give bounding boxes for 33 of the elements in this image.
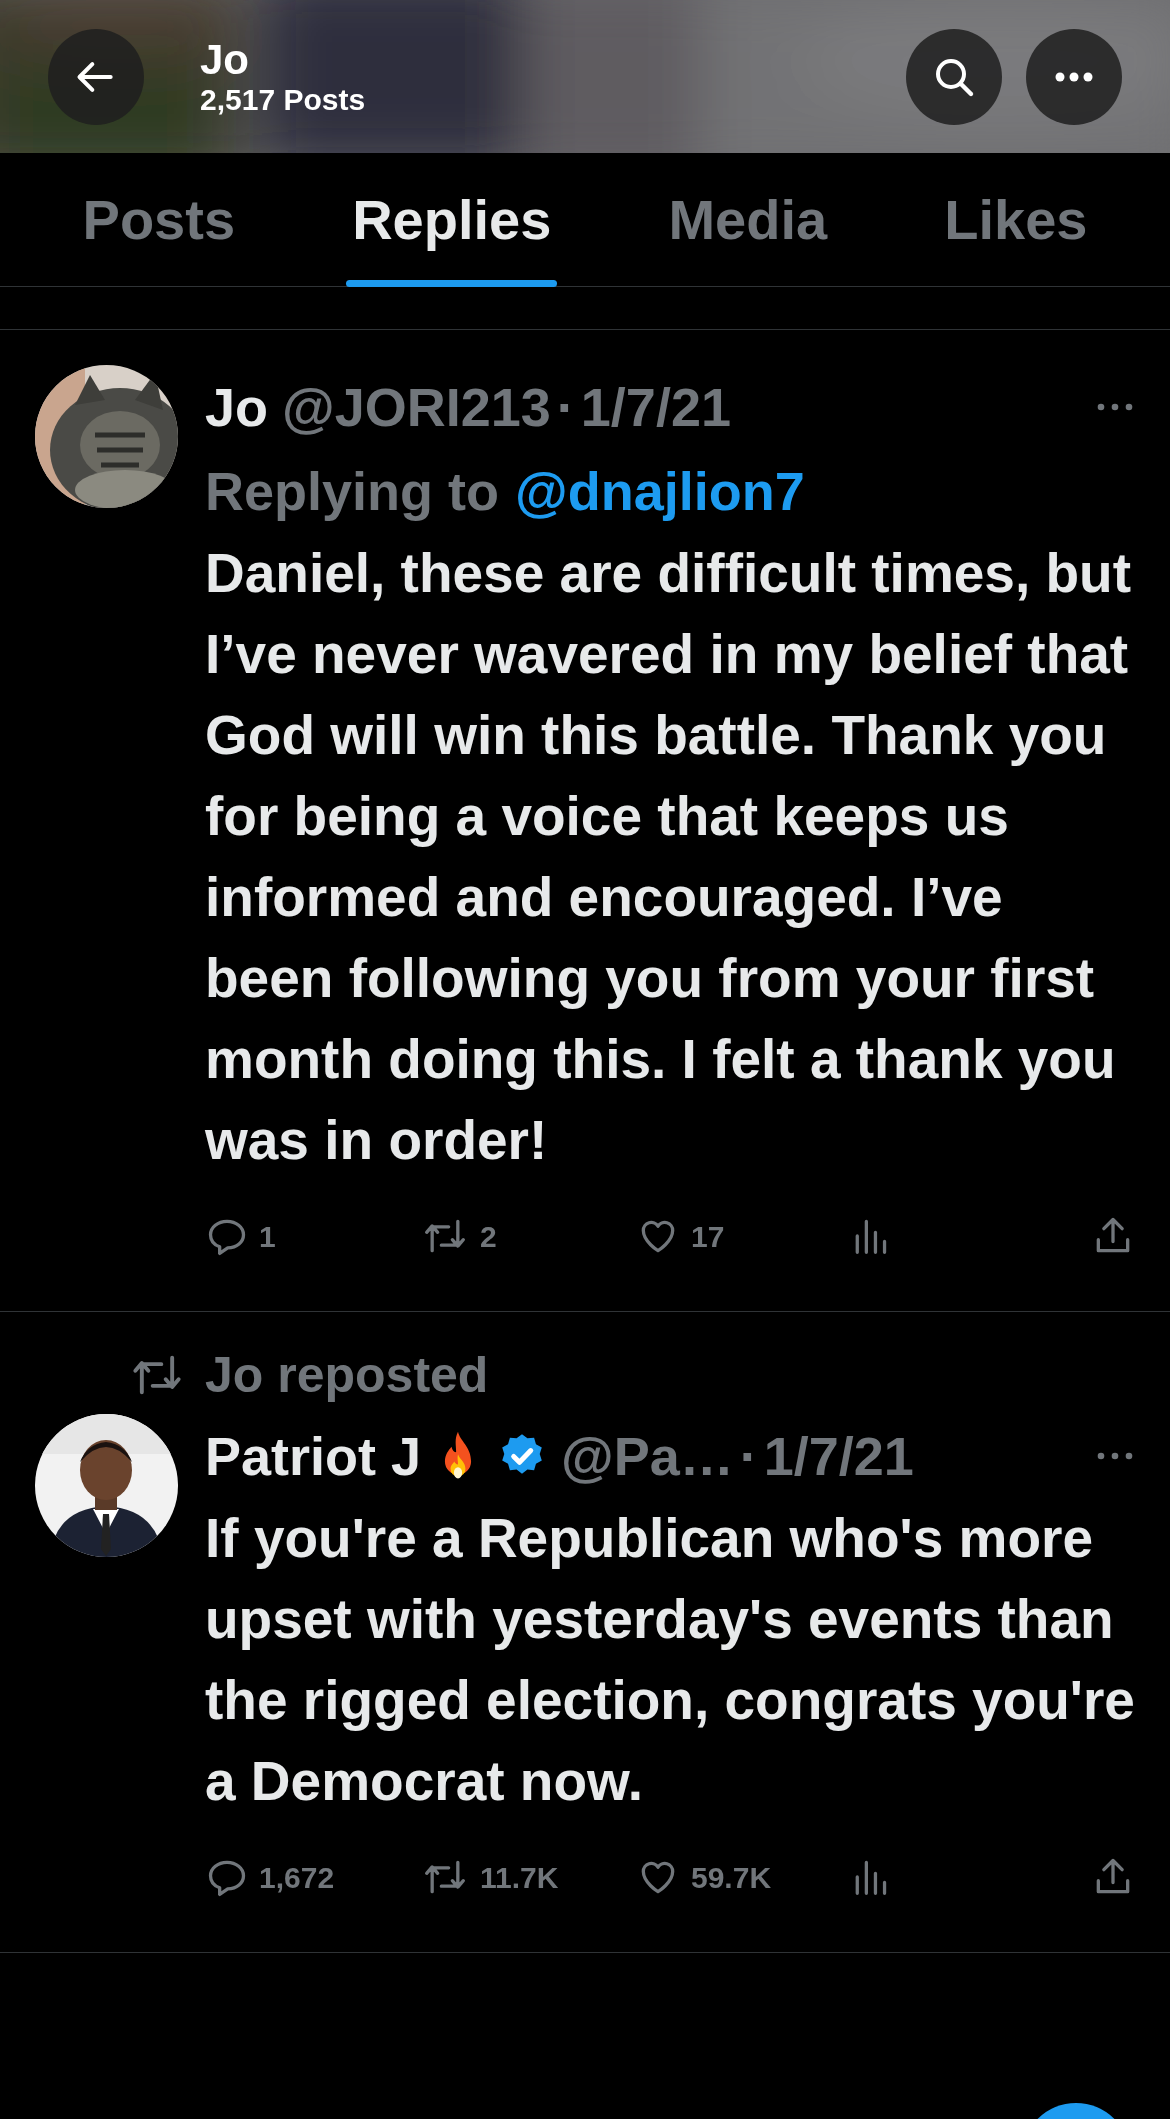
reposted-label: Jo reposted [205, 1346, 489, 1405]
handle: @JORI213 [282, 376, 551, 439]
handle: @Pa… [561, 1425, 734, 1488]
profile-tab[interactable]: Replies [346, 153, 558, 287]
repost-button[interactable]: 11.7K [420, 1854, 635, 1900]
post-text: If you're a Republican who's more upset with yesterday's events than the rigged election, congrats you're a Democrat now. [205, 1506, 1135, 1814]
more-icon[interactable] [1095, 1451, 1135, 1461]
author-name: Jo [205, 376, 269, 439]
profile-tab[interactable]: Posts [76, 153, 242, 287]
action-count: 1,672 [259, 1859, 335, 1896]
action-count: 2 [480, 1218, 497, 1255]
action-count: 17 [691, 1218, 725, 1255]
profile-tab[interactable]: Likes [938, 153, 1094, 287]
separator-dot: · [556, 376, 575, 439]
action-count: 1 [259, 1218, 276, 1255]
author-name: Patriot J [205, 1425, 422, 1488]
replying-label: Replying to [205, 460, 499, 523]
reply-button[interactable]: 1,672 [205, 1854, 420, 1900]
profile-tab[interactable]: Media [662, 153, 834, 287]
post-date: 1/7/21 [580, 376, 731, 439]
repost-button[interactable]: 2 [420, 1213, 635, 1259]
separator-dot: · [739, 1425, 758, 1488]
more-icon[interactable] [1095, 402, 1135, 412]
like-button[interactable]: 59.7K [635, 1854, 850, 1900]
post-text: Daniel, these are difficult times, but I’ve never wavered in my belief that God will win this battle. Thank you for being a voice that keeps us informed and encouraged. I’ve been following you from your first month doing this. I felt a thank you was in order! [205, 541, 1133, 1173]
like-button[interactable]: 17 [635, 1213, 850, 1259]
profile-name: Jo [200, 36, 250, 83]
action-count: 59.7K [691, 1859, 772, 1896]
reply-button[interactable]: 1 [205, 1213, 420, 1259]
post-count: 2,517 Posts [200, 82, 366, 117]
mention-link[interactable]: @dnajlion7 [515, 449, 805, 533]
action-count: 11.7K [480, 1859, 559, 1896]
post-date: 1/7/21 [763, 1425, 914, 1488]
